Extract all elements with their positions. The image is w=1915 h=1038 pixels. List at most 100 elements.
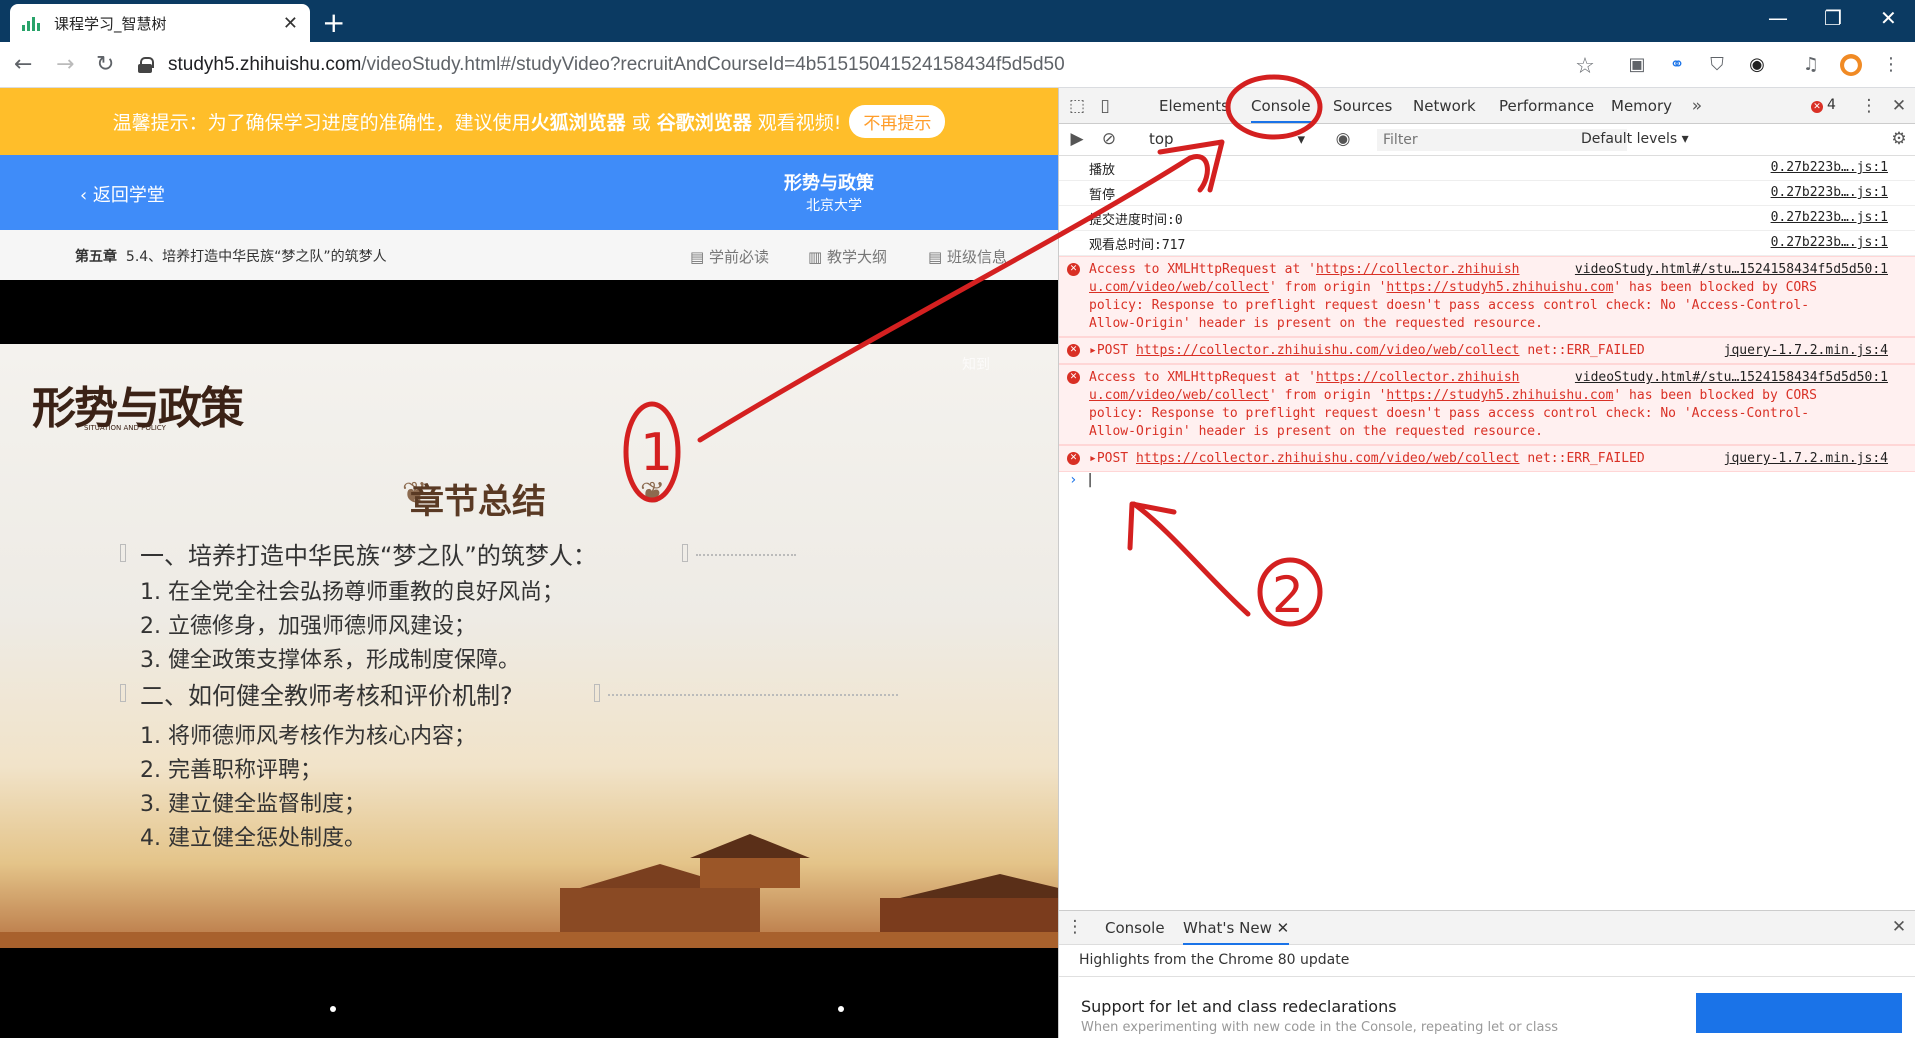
url-text[interactable]: studyh5.zhihuishu.com/videoStudy.html#/s… bbox=[168, 54, 1065, 76]
error-url-link[interactable]: https://collector.zhihuish bbox=[1316, 262, 1520, 277]
extension-translate-icon[interactable]: ⚭ bbox=[1666, 54, 1688, 76]
section-1-item-3: 3. 健全政策支撑体系，形成制度保障。 bbox=[140, 648, 520, 673]
firefox-link[interactable]: 火狐浏览器 bbox=[531, 108, 626, 135]
log-source-link[interactable]: 0.27b223b….js:1 bbox=[1771, 235, 1888, 250]
origin-link[interactable]: https://studyh5.zhihuishu.com bbox=[1386, 388, 1613, 403]
section-marker bbox=[594, 684, 600, 702]
dismiss-notice-button[interactable]: 不再提示 bbox=[849, 105, 946, 138]
browser-notice-banner: 温馨提示：为了确保学习进度的准确性，建议使用 火狐浏览器 或 谷歌浏览器 观看视… bbox=[0, 88, 1058, 155]
tab-memory[interactable]: Memory bbox=[1611, 97, 1672, 115]
extension-image-icon[interactable]: ▣ bbox=[1626, 54, 1648, 76]
request-method: ▸POST bbox=[1089, 451, 1129, 466]
tab-performance[interactable]: Performance bbox=[1499, 97, 1594, 115]
whats-new-item[interactable]: Support for let and class redeclarations… bbox=[1059, 977, 1915, 1037]
new-tab-icon[interactable]: + bbox=[322, 6, 345, 39]
browser-tab[interactable]: 课程学习_智慧树 ✕ bbox=[10, 4, 310, 42]
close-window-icon[interactable]: ✕ bbox=[1880, 6, 1897, 30]
minimize-icon[interactable]: — bbox=[1768, 6, 1788, 30]
device-toolbar-icon[interactable]: ▯ bbox=[1095, 96, 1115, 116]
drawer-tab-whats-new[interactable]: What's New ✕ bbox=[1183, 919, 1290, 945]
log-levels-label: Default levels bbox=[1581, 131, 1678, 147]
error-source-link[interactable]: jquery-1.7.2.min.js:4 bbox=[1724, 342, 1888, 360]
section-marker bbox=[120, 544, 126, 562]
more-tabs-icon[interactable]: » bbox=[1687, 96, 1707, 116]
class-info-link[interactable]: ▤ 班级信息 bbox=[928, 246, 1007, 267]
restore-icon[interactable]: ❐ bbox=[1824, 6, 1842, 30]
course-header: ‹ 返回学堂 形势与政策 北京大学 bbox=[0, 155, 1058, 230]
right-ornament-icon: ❦ bbox=[640, 476, 666, 511]
error-source-link[interactable]: videoStudy.html#/stu…1524158434f5d5d50:1 bbox=[1575, 261, 1888, 279]
error-url-link[interactable]: u.com/video/web/collect bbox=[1089, 388, 1269, 403]
profile-avatar[interactable]: ● bbox=[1840, 54, 1862, 76]
close-tab-icon[interactable]: ✕ bbox=[283, 13, 298, 34]
log-source-link[interactable]: 0.27b223b….js:1 bbox=[1771, 160, 1888, 175]
syllabus-link[interactable]: ▥ 教学大纲 bbox=[808, 246, 887, 267]
forward-arrow-icon[interactable]: → bbox=[56, 52, 74, 77]
close-tab-icon[interactable]: ✕ bbox=[1277, 919, 1290, 937]
console-error-row: ✕ Access to XMLHttpRequest at 'https://c… bbox=[1059, 256, 1915, 337]
video-player[interactable]: 形势与政策 SITUATION AND POLICY 知到 ❦ 章节总结 ❦ 一… bbox=[0, 280, 1058, 1038]
show-sidebar-icon[interactable]: ▶ bbox=[1067, 129, 1087, 149]
reload-icon[interactable]: ↻ bbox=[96, 52, 114, 77]
devtools-menu-icon[interactable]: ⋮ bbox=[1859, 96, 1879, 116]
tab-sources[interactable]: Sources bbox=[1333, 97, 1392, 115]
text-cursor: | bbox=[1085, 472, 1095, 488]
error-icon: ✕ bbox=[1811, 101, 1823, 113]
course-page: 温馨提示：为了确保学习进度的准确性，建议使用 火狐浏览器 或 谷歌浏览器 观看视… bbox=[0, 88, 1058, 1038]
bookmark-star-icon[interactable]: ☆ bbox=[1574, 54, 1596, 79]
error-source-link[interactable]: jquery-1.7.2.min.js:4 bbox=[1724, 450, 1888, 468]
error-text: ' from origin ' bbox=[1269, 280, 1387, 295]
log-levels-dropdown[interactable]: Default levels ▾ bbox=[1581, 131, 1689, 147]
course-university: 北京大学 bbox=[806, 198, 862, 214]
tab-network[interactable]: Network bbox=[1413, 97, 1476, 115]
whats-new-header: Highlights from the Chrome 80 update bbox=[1059, 945, 1915, 977]
extension-tampermonkey-icon[interactable]: ◉ bbox=[1746, 54, 1768, 76]
context-selector[interactable]: top ▾ bbox=[1149, 130, 1305, 150]
console-output: 播放 0.27b223b….js:1 暂停 0.27b223b….js:1 提交… bbox=[1059, 156, 1915, 498]
extension-shield-icon[interactable]: ⛉ bbox=[1706, 54, 1728, 76]
origin-link[interactable]: https://studyh5.zhihuishu.com bbox=[1386, 280, 1613, 295]
media-controls-icon[interactable]: ♫ bbox=[1800, 54, 1822, 76]
context-value: top bbox=[1149, 130, 1174, 148]
clear-console-icon[interactable]: ⊘ bbox=[1099, 129, 1119, 149]
tab-console[interactable]: Console bbox=[1251, 97, 1311, 123]
pre-study-link[interactable]: ▤ 学前必读 bbox=[690, 246, 769, 267]
console-log-row: 提交进度时间:0 0.27b223b….js:1 bbox=[1059, 206, 1915, 231]
console-log-row: 观看总时间:717 0.27b223b….js:1 bbox=[1059, 231, 1915, 256]
section-title-2: 二、如何健全教师考核和评价机制? bbox=[140, 682, 513, 710]
request-status: net::ERR_FAILED bbox=[1527, 451, 1645, 466]
live-expression-eye-icon[interactable]: ◉ bbox=[1333, 129, 1353, 149]
section-2-item-4: 4. 建立健全惩处制度。 bbox=[140, 826, 366, 851]
error-url-link[interactable]: u.com/video/web/collect bbox=[1089, 280, 1269, 295]
browser-menu-icon[interactable]: ⋮ bbox=[1880, 54, 1902, 76]
close-devtools-icon[interactable]: ✕ bbox=[1889, 96, 1909, 116]
close-drawer-icon[interactable]: ✕ bbox=[1889, 917, 1909, 937]
tab-title: 课程学习_智慧树 bbox=[54, 14, 167, 33]
error-count: 4 bbox=[1827, 97, 1836, 113]
console-settings-gear-icon[interactable]: ⚙ bbox=[1889, 129, 1909, 149]
console-prompt[interactable]: › | bbox=[1059, 472, 1915, 498]
browser-toolbar: ← → ↻ studyh5.zhihuishu.com/videoStudy.h… bbox=[0, 42, 1915, 88]
request-url-link[interactable]: https://collector.zhihuishu.com/video/we… bbox=[1136, 343, 1520, 358]
console-error-row[interactable]: ✕ ▸POST https://collector.zhihuishu.com/… bbox=[1059, 337, 1915, 364]
tab-elements[interactable]: Elements bbox=[1159, 97, 1229, 115]
log-source-link[interactable]: 0.27b223b….js:1 bbox=[1771, 210, 1888, 225]
request-url-link[interactable]: https://collector.zhihuishu.com/video/we… bbox=[1136, 451, 1520, 466]
error-count-badge[interactable]: ✕ 4 bbox=[1811, 97, 1836, 113]
chapter-title: 第五章 5.4、培养打造中华民族“梦之队”的筑梦人 bbox=[75, 246, 387, 266]
drawer-tab-console[interactable]: Console bbox=[1105, 919, 1165, 937]
inspect-element-icon[interactable]: ⬚ bbox=[1067, 96, 1087, 116]
error-url-link[interactable]: https://collector.zhihuish bbox=[1316, 370, 1520, 385]
error-source-link[interactable]: videoStudy.html#/stu…1524158434f5d5d50:1 bbox=[1575, 369, 1888, 387]
error-text: ' has been blocked by CORS bbox=[1613, 388, 1817, 403]
log-source-link[interactable]: 0.27b223b….js:1 bbox=[1771, 185, 1888, 200]
chrome-link[interactable]: 谷歌浏览器 bbox=[657, 108, 752, 135]
drawer-menu-icon[interactable]: ⋮ bbox=[1065, 917, 1085, 937]
console-error-row[interactable]: ✕ ▸POST https://collector.zhihuishu.com/… bbox=[1059, 445, 1915, 472]
video-control-dot[interactable] bbox=[838, 1006, 844, 1012]
address-bar[interactable]: studyh5.zhihuishu.com/videoStudy.html#/s… bbox=[138, 48, 1588, 82]
dropdown-arrow-icon: ▾ bbox=[1297, 130, 1305, 148]
back-arrow-icon[interactable]: ← bbox=[14, 52, 32, 77]
zhihuishu-favicon-icon bbox=[22, 15, 42, 31]
video-control-dot[interactable] bbox=[330, 1006, 336, 1012]
